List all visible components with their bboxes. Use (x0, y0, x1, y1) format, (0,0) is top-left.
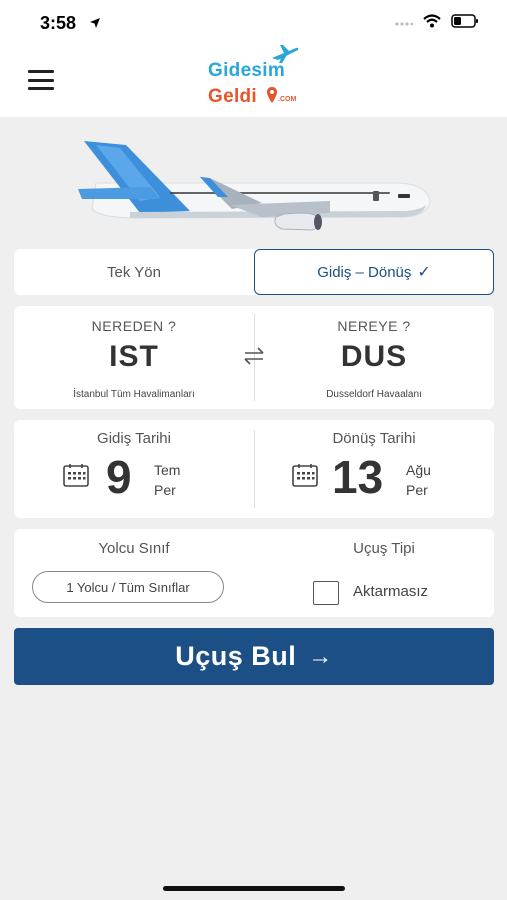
tab-one-way-label: Tek Yön (107, 263, 161, 281)
return-weekday: Per (406, 482, 428, 498)
airplane-illustration (0, 117, 507, 242)
status-icons (395, 14, 479, 28)
tab-round-trip[interactable]: Gidiş – Dönüş ✓ (254, 249, 494, 295)
nonstop-label: Aktarmasız (353, 583, 429, 600)
route-card: NEREDEN ? IST İstanbul Tüm Havalimanları… (14, 306, 494, 409)
calendar-icon (63, 464, 89, 487)
destination-airport: Dusseldorf Havaalanı (326, 389, 422, 400)
location-arrow-icon (90, 18, 100, 28)
wifi-icon (423, 14, 441, 28)
logo-text-com: .COM (278, 96, 297, 103)
origin-selector[interactable]: NEREDEN ? IST İstanbul Tüm Havalimanları (14, 306, 254, 409)
departure-date-selector[interactable]: Gidiş Tarihi 9 Tem Per (14, 420, 254, 518)
passenger-class-title: Yolcu Sınıf (98, 540, 170, 557)
trip-type-toggle: Tek Yön Gidiş – Dönüş ✓ (14, 249, 494, 295)
search-flights-label: Uçuş Bul (175, 641, 297, 671)
return-date-title: Dönüş Tarihi (332, 430, 416, 447)
departure-date-title: Gidiş Tarihi (97, 430, 171, 447)
origin-label: NEREDEN ? (91, 318, 177, 334)
home-indicator (163, 886, 345, 891)
hamburger-menu-icon[interactable] (28, 70, 54, 90)
return-day: 13 (332, 451, 384, 503)
status-bar: 3:58 (0, 0, 507, 44)
origin-airport: İstanbul Tüm Havalimanları (73, 389, 195, 400)
logo-text-gidesim: Gidesim (208, 60, 286, 81)
app-header: Gidesim Geldi .COM (0, 44, 507, 117)
destination-selector[interactable]: NEREYE ? DUS Dusseldorf Havaalanı (254, 306, 494, 409)
destination-label: NEREYE ? (337, 318, 411, 334)
arrow-right-icon: → (308, 642, 333, 670)
calendar-icon (292, 464, 318, 487)
status-time: 3:58 (40, 13, 77, 33)
departure-day: 9 (106, 451, 132, 503)
check-icon: ✓ (417, 264, 431, 281)
flight-type-title: Uçuş Tipi (353, 540, 415, 557)
logo: Gidesim Geldi .COM (206, 45, 306, 110)
battery-icon (451, 14, 478, 28)
departure-month: Tem (154, 462, 181, 478)
tab-round-trip-label: Gidiş – Dönüş (317, 263, 412, 281)
logo-text-geldi: Geldi (208, 86, 258, 107)
nonstop-checkbox[interactable] (313, 581, 339, 605)
tab-one-way[interactable]: Tek Yön (14, 249, 254, 295)
departure-weekday: Per (154, 482, 176, 498)
destination-code: DUS (340, 340, 408, 373)
passenger-card: Yolcu Sınıf 1 Yolcu / Tüm Sınıflar Uçuş … (14, 529, 494, 617)
cellular-signal-icon (395, 22, 413, 26)
map-pin-icon (267, 87, 277, 103)
return-month: Ağu (406, 462, 431, 478)
search-flights-button[interactable]: Uçuş Bul → (14, 628, 494, 685)
return-date-selector[interactable]: Dönüş Tarihi 13 Ağu Per (254, 420, 494, 518)
date-card: Gidiş Tarihi 9 Tem Per Dönüş Tarihi 13 A… (14, 420, 494, 518)
passenger-class-select[interactable]: 1 Yolcu / Tüm Sınıflar (32, 571, 224, 603)
airplane-image (78, 141, 431, 231)
origin-code: IST (109, 340, 159, 373)
